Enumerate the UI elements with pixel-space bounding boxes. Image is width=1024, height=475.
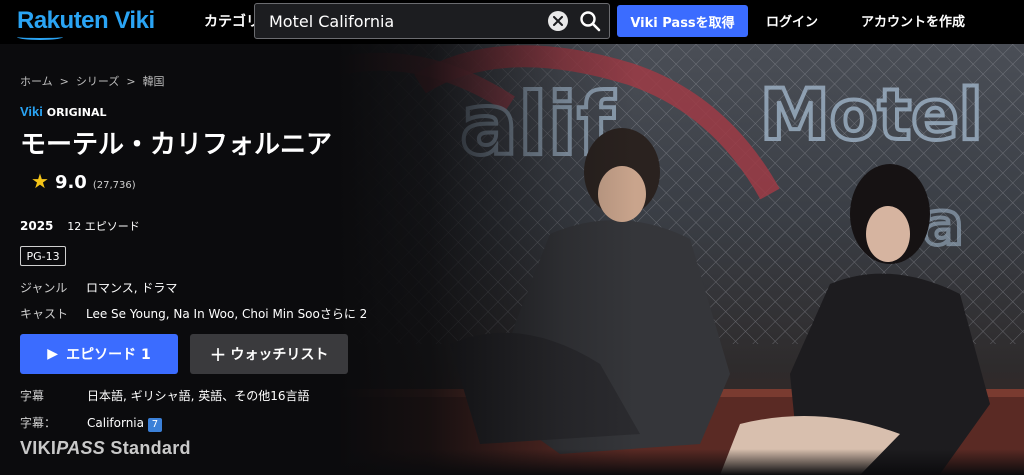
play-episode-label: エピソード 1 [66,347,151,363]
plan-name-standard: Standard [105,438,191,458]
subtitles-label: 字幕 [20,389,45,403]
genre-values[interactable]: ロマンス, ドラマ [86,281,177,295]
breadcrumb-series[interactable]: シリーズ [76,75,119,88]
episode-count: 12 エピソード [67,220,140,233]
add-watchlist-button[interactable]: + ウォッチリスト [190,334,348,374]
subtitle-languages[interactable]: 日本語, ギリシャ語, 英語、その他16言語 [87,389,310,403]
viki-original-badge: Viki ORIGINAL [20,104,107,119]
show-meta: 2025 12 エピソード [20,218,140,234]
play-icon: ▶ [47,346,59,362]
release-year: 2025 [20,219,54,233]
hero-gradient [0,44,1024,475]
breadcrumb-home[interactable]: ホーム [20,75,53,88]
search-box [254,3,610,39]
plus-icon: + [209,342,227,366]
rakuten-viki-logo[interactable]: Rakuten Viki [17,7,155,35]
vikipass-standard-label: VIKIPASS Standard [20,438,191,459]
show-title: モーテル・カリフォルニア [20,130,333,160]
get-vikipass-button[interactable]: Viki Passを取得 [617,5,748,37]
plan-name-viki: VIKI [20,438,57,458]
top-header: Rakuten Viki カテゴリー Viki Passを取得 ログイン アカウ… [0,0,1024,44]
create-account-link[interactable]: アカウントを作成 [861,11,965,30]
cast-row: キャスト Lee Se Young, Na In Woo, Choi Min So… [20,305,367,322]
search-input[interactable] [269,10,539,32]
rating-count: (27,736) [92,180,136,191]
genre-row: ジャンル ロマンス, ドラマ [20,279,177,296]
star-icon: ★ [31,169,49,193]
logo-swoosh [17,34,63,40]
category-menu[interactable]: カテゴリー [204,11,260,31]
breadcrumb-separator: > [126,75,136,88]
breadcrumb: ホーム > シリーズ > 韓国 [20,73,172,89]
subtitle-track-name[interactable]: California [87,416,144,430]
age-rating-badge: PG-13 [20,246,66,266]
rating-value: 9.0 [54,172,87,193]
genre-label: ジャンル [20,281,68,295]
plan-name-pass: PASS [56,438,106,458]
subtitle-track-label: 字幕： [20,416,57,430]
watchlist-label: ウォッチリスト [230,347,329,363]
search-icon[interactable] [579,10,601,32]
subtitles-row: 字幕 日本語, ギリシャ語, 英語、その他16言語 [20,387,310,404]
cast-values[interactable]: Lee Se Young, Na In Woo, Choi Min Sooさらに… [86,307,367,321]
play-episode-button[interactable]: ▶ エピソード 1 [20,334,178,374]
subtitle-track-row: 字幕： California 7 [20,414,162,432]
rating: ★ 9.0 (27,736) [31,169,136,193]
original-label: ORIGINAL [46,106,107,119]
breadcrumb-separator: > [59,75,69,88]
breadcrumb-korea[interactable]: 韓国 [143,75,165,88]
viki-brand-text: Viki [20,104,43,119]
cast-label: キャスト [20,307,69,321]
subtitle-track-badge: 7 [147,418,162,432]
login-link[interactable]: ログイン [766,11,818,30]
hero-section: alif Motel nia ホーム>シリーズ>韓国 Viki ORIGINAL… [0,44,1024,475]
clear-search-icon[interactable] [548,11,568,31]
